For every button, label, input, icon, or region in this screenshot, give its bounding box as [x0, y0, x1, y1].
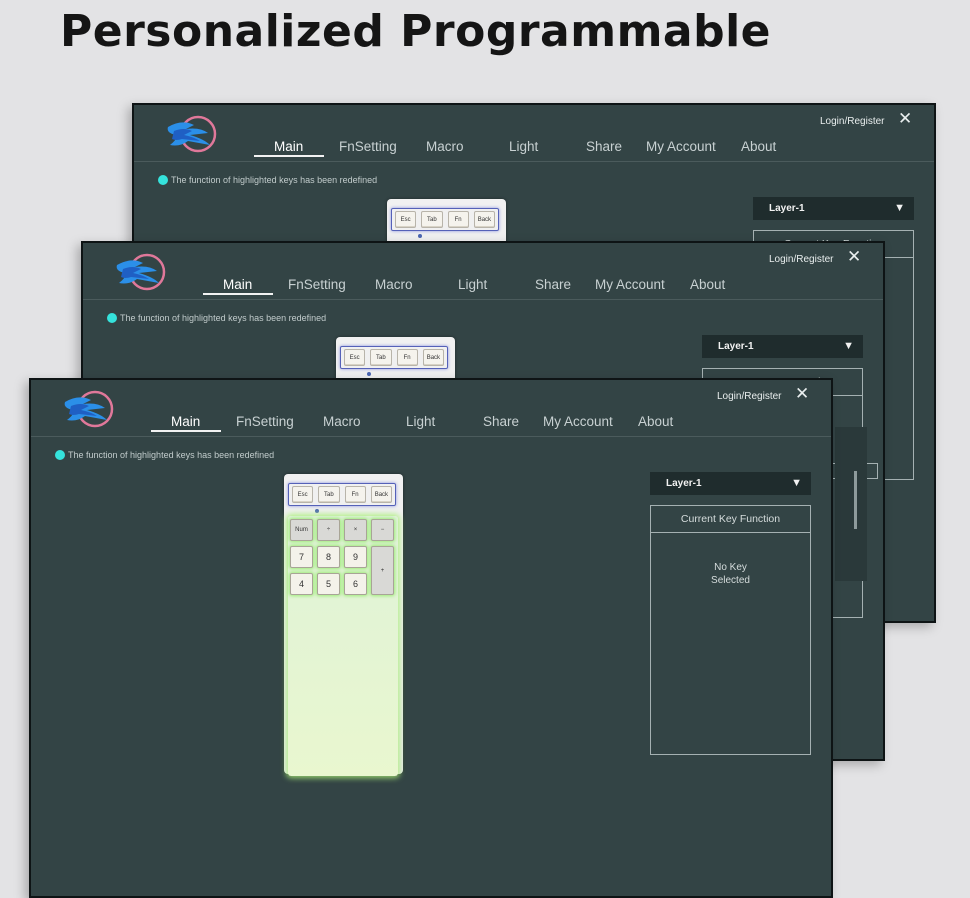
function-key-row: Esc Tab Fn Back [340, 346, 448, 369]
side-panel [835, 427, 867, 581]
dropdown-arrow-icon: ▼ [894, 202, 905, 214]
key-fn[interactable]: Fn [447, 211, 469, 228]
numpad: Num ÷ × − 7 8 9 + 4 5 6 [288, 516, 398, 776]
scrollbar[interactable] [854, 471, 857, 529]
layer-select-value: Layer-1 [718, 341, 754, 352]
tab-about[interactable]: About [741, 139, 776, 154]
page-headline: Personalized Programmable [60, 6, 772, 57]
key-minus[interactable]: − [371, 519, 394, 541]
key-fn[interactable]: Fn [396, 349, 418, 366]
tab-light[interactable]: Light [406, 414, 435, 429]
login-register-link[interactable]: Login/Register [717, 391, 781, 402]
tab-main[interactable]: Main [274, 139, 303, 154]
tab-light[interactable]: Light [458, 277, 487, 292]
key-4[interactable]: 4 [290, 573, 313, 595]
key-tab[interactable]: Tab [370, 349, 392, 366]
layer-select-value: Layer-1 [666, 478, 702, 489]
layer-select[interactable]: Layer-1 ▼ [702, 335, 863, 358]
notice-dot-icon [158, 175, 168, 185]
login-register-link[interactable]: Login/Register [820, 116, 884, 127]
no-key-selected-text: No Key Selected [651, 561, 810, 587]
redefined-notice: The function of highlighted keys has bee… [55, 450, 274, 460]
layer-select[interactable]: Layer-1 ▼ [753, 197, 914, 220]
tab-macro[interactable]: Macro [323, 414, 361, 429]
key-multiply[interactable]: × [344, 519, 367, 541]
key-back[interactable]: Back [422, 349, 444, 366]
connector-dot [418, 234, 422, 238]
current-key-function-panel: Current Key Function No Key Selected [650, 505, 811, 755]
key-tab[interactable]: Tab [421, 211, 443, 228]
tab-share[interactable]: Share [535, 277, 571, 292]
key-esc[interactable]: Esc [344, 349, 366, 366]
tab-fnsetting[interactable]: FnSetting [339, 139, 397, 154]
close-icon[interactable]: ✕ [898, 110, 912, 127]
keyboard-preview: Esc Tab Fn Back Num ÷ × − 7 8 9 + 4 5 6 [284, 474, 403, 776]
key-plus[interactable]: + [371, 546, 394, 595]
notice-text: The function of highlighted keys has bee… [68, 450, 275, 460]
login-register-link[interactable]: Login/Register [769, 254, 833, 265]
close-icon[interactable]: ✕ [847, 248, 861, 265]
layer-select-value: Layer-1 [769, 203, 805, 214]
key-num[interactable]: Num [290, 519, 313, 541]
notice-dot-icon [55, 450, 65, 460]
tab-my-account[interactable]: My Account [646, 139, 716, 154]
key-8[interactable]: 8 [317, 546, 340, 568]
dropdown-arrow-icon: ▼ [791, 477, 802, 489]
key-esc[interactable]: Esc [395, 211, 417, 228]
tab-share[interactable]: Share [483, 414, 519, 429]
layer-select[interactable]: Layer-1 ▼ [650, 472, 811, 495]
tab-about[interactable]: About [638, 414, 673, 429]
key-9[interactable]: 9 [344, 546, 367, 568]
tab-macro[interactable]: Macro [426, 139, 464, 154]
active-tab-underline [203, 293, 273, 295]
header-divider [83, 299, 883, 300]
close-icon[interactable]: ✕ [795, 385, 809, 402]
tab-share[interactable]: Share [586, 139, 622, 154]
key-6[interactable]: 6 [344, 573, 367, 595]
key-divide[interactable]: ÷ [317, 519, 340, 541]
tab-about[interactable]: About [690, 277, 725, 292]
key-fn[interactable]: Fn [344, 486, 366, 503]
tab-my-account[interactable]: My Account [595, 277, 665, 292]
no-key-line2: Selected [711, 575, 750, 586]
current-key-function-title: Current Key Function [651, 506, 810, 533]
notice-dot-icon [107, 313, 117, 323]
notice-text: The function of highlighted keys has bee… [120, 313, 327, 323]
key-esc[interactable]: Esc [292, 486, 314, 503]
tab-main[interactable]: Main [171, 414, 200, 429]
header-divider [134, 161, 934, 162]
tab-light[interactable]: Light [509, 139, 538, 154]
tab-macro[interactable]: Macro [375, 277, 413, 292]
key-back[interactable]: Back [370, 486, 392, 503]
key-7[interactable]: 7 [290, 546, 313, 568]
tab-fnsetting[interactable]: FnSetting [236, 414, 294, 429]
tab-fnsetting[interactable]: FnSetting [288, 277, 346, 292]
tab-my-account[interactable]: My Account [543, 414, 613, 429]
redefined-notice: The function of highlighted keys has bee… [158, 175, 377, 185]
function-key-row: Esc Tab Fn Back [288, 483, 396, 506]
tab-main[interactable]: Main [223, 277, 252, 292]
key-back[interactable]: Back [473, 211, 495, 228]
app-window-front: Login/Register ✕ Main FnSetting Macro Li… [29, 378, 833, 898]
key-tab[interactable]: Tab [318, 486, 340, 503]
connector-dot [315, 509, 319, 513]
redefined-notice: The function of highlighted keys has bee… [107, 313, 326, 323]
no-key-line1: No Key [714, 562, 747, 573]
connector-dot [367, 372, 371, 376]
notice-text: The function of highlighted keys has bee… [171, 175, 378, 185]
header-divider [31, 436, 831, 437]
active-tab-underline [254, 155, 324, 157]
dropdown-arrow-icon: ▼ [843, 340, 854, 352]
active-tab-underline [151, 430, 221, 432]
function-key-row: Esc Tab Fn Back [391, 208, 499, 231]
key-5[interactable]: 5 [317, 573, 340, 595]
